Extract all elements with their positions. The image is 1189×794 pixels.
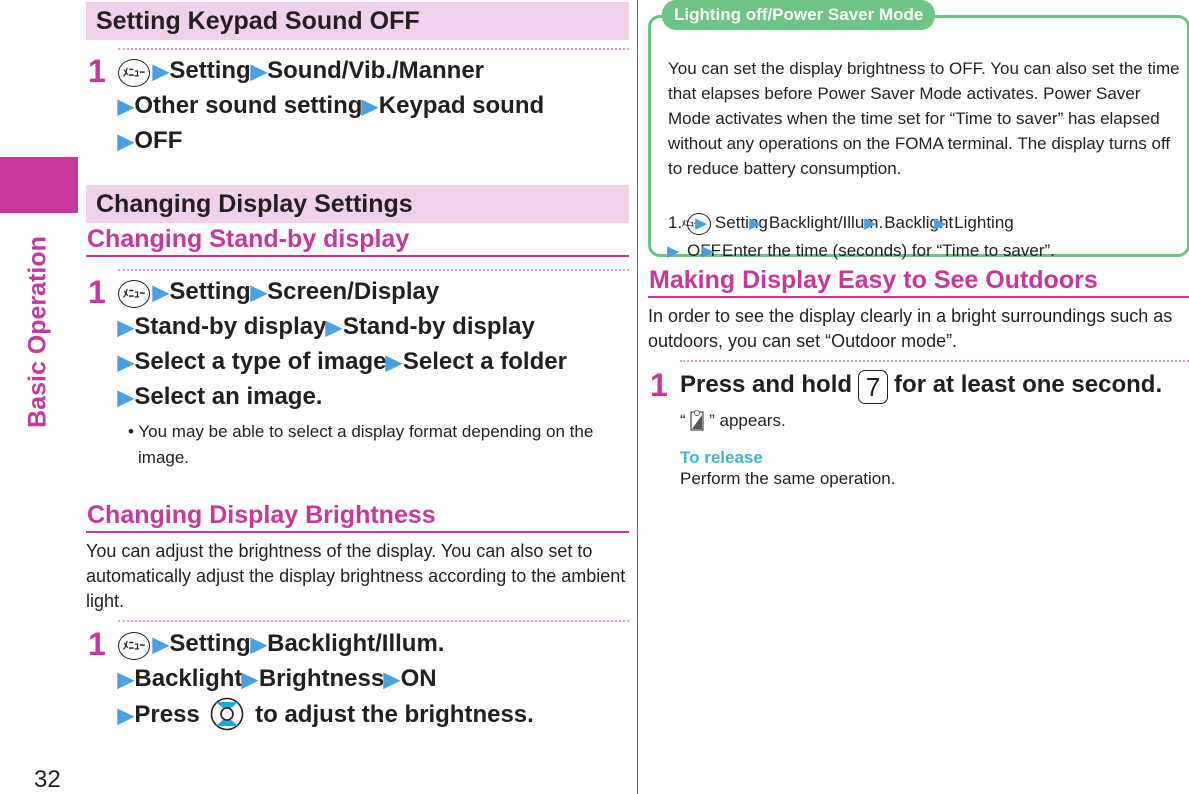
arrow-icon: ▶ <box>362 96 379 118</box>
arrow-icon: ▶ <box>250 282 267 304</box>
path-item: Lighting <box>954 213 1014 232</box>
menu-key-icon: ﾒﾆｭｰ <box>118 280 150 308</box>
path-item: Setting <box>169 57 251 84</box>
info-box-power-saver: You can set the display brightness to OF… <box>648 15 1189 260</box>
arrow-icon: ▶ <box>152 61 169 83</box>
outdoor-section: Making Display Easy to See Outdoors In o… <box>648 264 1189 490</box>
arrow-icon: ▶ <box>117 317 134 339</box>
path-item: Backlight <box>134 665 243 692</box>
chapter-side-label: Basic Operation <box>23 236 52 428</box>
menu-key-icon: ﾒﾆｭｰ <box>118 59 150 87</box>
info-box-title: Lighting off/Power Saver Mode <box>662 0 936 30</box>
step-path: ﾒﾆｭｰ ▶Setting▶Sound/Vib./Manner ▶Other so… <box>117 54 545 159</box>
arrow-icon: ▶ <box>152 634 169 656</box>
path-item: Select an image. <box>134 383 323 410</box>
info-text: You can set the display brightness to OF… <box>668 59 1180 178</box>
subheading-brightness: Changing Display Brightness <box>86 499 629 533</box>
step-brightness: 1 ﾒﾆｭｰ ▶Setting▶Backlight/Illum. ▶Backlig… <box>86 627 629 733</box>
arrow-icon: ▶ <box>117 705 134 727</box>
path-item: Screen/Display <box>267 278 440 305</box>
left-column: Setting Keypad Sound OFF 1 ﾒﾆｭｰ ▶Setting▶… <box>86 2 629 733</box>
path-item: Setting <box>169 630 251 657</box>
step-text: Press and hold 7 for at least one second. <box>680 368 1162 404</box>
path-item: Setting <box>169 278 251 305</box>
brightness-description: You can adjust the brightness of the dis… <box>86 541 626 611</box>
path-item: Brightness <box>258 665 385 692</box>
arrow-icon: ▶ <box>152 282 169 304</box>
arrow-icon: ▶ <box>250 634 267 656</box>
path-item: Select a folder <box>402 348 567 375</box>
section-banner-keypad: Setting Keypad Sound OFF <box>86 2 629 40</box>
menu-key-icon: ﾒﾆｭｰ <box>118 632 150 660</box>
step-keypad: 1 ﾒﾆｭｰ ▶Setting▶Sound/Vib./Manner ▶Other … <box>86 54 629 159</box>
path-item: Keypad sound <box>378 92 545 119</box>
path-item: Stand-by display <box>342 313 535 340</box>
step-outdoor: 1 Press and hold 7 for at least one second… <box>648 368 1189 404</box>
arrow-icon: ▶ <box>383 669 400 691</box>
step-text-post: for at least one second. <box>894 371 1163 398</box>
arrow-icon: ▶ <box>117 669 134 691</box>
arrow-icon: ▶ <box>117 352 134 374</box>
step-text-pre: Press and hold <box>680 371 853 398</box>
path-item: Press <box>134 701 200 728</box>
arrow-icon: ▶ <box>117 96 134 118</box>
path-item: Backlight/Illum. <box>267 630 445 657</box>
column-divider <box>637 0 638 794</box>
dotted-divider <box>118 620 629 622</box>
release-text: Perform the same operation. <box>680 469 896 488</box>
path-item: Other sound setting <box>134 92 363 119</box>
dotted-divider <box>118 269 629 271</box>
release-label: To release <box>680 448 763 467</box>
step-path: ﾒﾆｭｰ ▶Setting▶Screen/Display ▶Stand-by di… <box>118 275 567 415</box>
step-number: 1 <box>88 53 106 89</box>
section-banner-display: Changing Display Settings <box>86 185 629 223</box>
subheading-standby: Changing Stand-by display <box>86 223 629 257</box>
path-item: Sound/Vib./Manner <box>267 57 485 84</box>
arrow-icon: ▶ <box>242 669 259 691</box>
dotted-divider <box>680 360 1189 362</box>
path-item: ON <box>400 665 437 692</box>
outdoor-mode-icon <box>690 410 704 431</box>
step-number: 1 <box>88 626 106 662</box>
step-number: 1 <box>650 367 668 403</box>
arrow-icon: ▶ <box>326 317 343 339</box>
quote-open: “ <box>680 411 686 430</box>
arrow-icon: ▶ <box>117 387 134 409</box>
info-step-number: 1. <box>668 213 683 232</box>
arrow-icon: ▶ <box>386 352 403 374</box>
appears-line: “ ” appears. <box>680 408 1189 434</box>
chapter-tab-marker <box>0 157 78 213</box>
step-number: 1 <box>88 274 106 310</box>
info-step: 1. ﾒﾆｭｰ▶ Setting▶ Backlight/Illum.▶ Backlig… <box>667 213 1055 260</box>
key-7-icon: 7 <box>858 370 889 404</box>
path-item: OFF <box>134 127 183 154</box>
path-item: Stand-by display <box>134 313 327 340</box>
note-bullet: • You may be able to select a display fo… <box>128 422 594 467</box>
path-tail: to adjust the brightness. <box>255 701 534 728</box>
outdoor-description: In order to see the display clearly in a… <box>648 306 1173 351</box>
path-item: Select a type of image <box>134 348 387 375</box>
navigation-key-icon <box>211 697 244 731</box>
path-item: Enter the time (seconds) for “Time to sa… <box>722 241 1055 260</box>
dotted-divider <box>118 48 629 50</box>
arrow-icon: ▶ <box>117 131 134 153</box>
step-path: ﾒﾆｭｰ ▶Setting▶Backlight/Illum. ▶Backlight… <box>118 627 534 733</box>
subheading-outdoor: Making Display Easy to See Outdoors <box>648 264 1189 298</box>
quote-close: ” appears. <box>709 411 786 430</box>
arrow-icon: ▶ <box>250 61 267 83</box>
step-standby: 1 ﾒﾆｭｰ ▶Setting▶Screen/Display ▶Stand-by … <box>86 275 629 415</box>
page-number: 32 <box>34 766 61 793</box>
